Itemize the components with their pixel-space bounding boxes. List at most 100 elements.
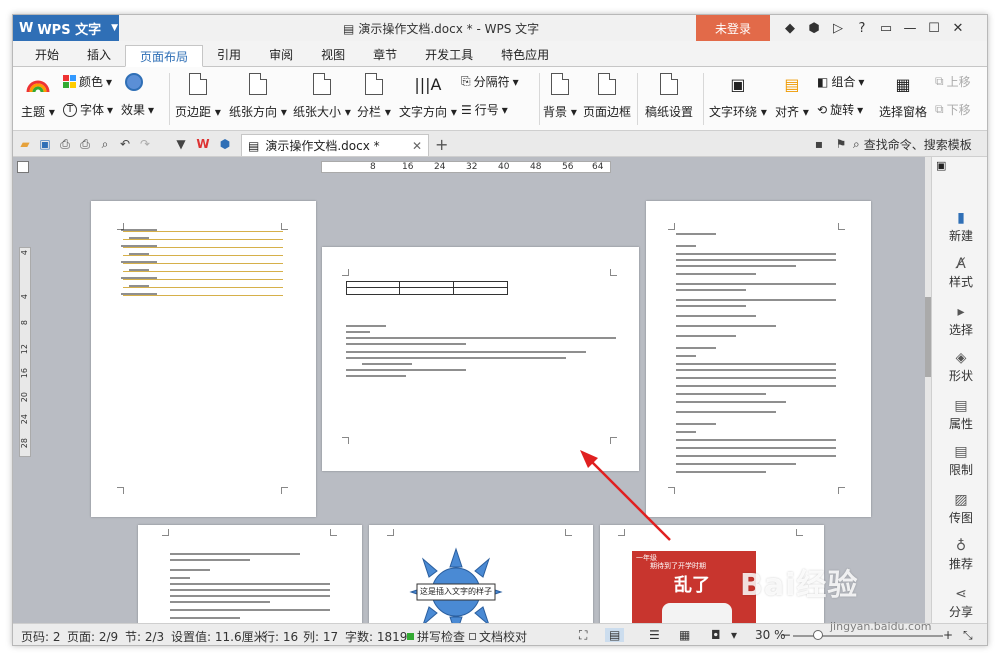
panel-style-label: 样式 <box>948 275 973 289</box>
ribbon-separator <box>169 73 170 125</box>
minimize-icon[interactable]: — <box>898 21 922 36</box>
add-tab-icon[interactable]: + <box>435 135 448 154</box>
close-icon[interactable]: ✕ <box>946 21 970 36</box>
effect-button[interactable]: 效果 ▾ <box>121 101 154 118</box>
grid-paper-button[interactable]: 稿纸设置 <box>645 71 693 120</box>
tab-insert[interactable]: 插入 <box>73 44 125 66</box>
app-menu-button[interactable]: W WPS 文字 ▼ <box>13 15 119 41</box>
page-border-button[interactable]: 页面边框 <box>583 71 631 120</box>
selection-pane-button[interactable]: ▦ 选择窗格 <box>879 71 927 120</box>
tab-developer[interactable]: 开发工具 <box>411 44 487 66</box>
color-button[interactable]: 颜色 ▾ <box>63 73 112 90</box>
effect-swatch[interactable] <box>125 73 143 91</box>
send-backward-button[interactable]: ⧉ 下移 <box>935 101 971 118</box>
share-icon[interactable]: ▷ <box>826 21 850 36</box>
reading-view-icon[interactable]: ◘ <box>711 628 721 642</box>
chevron-down-icon[interactable]: ▼ <box>173 136 189 152</box>
tab-start[interactable]: 开始 <box>21 44 73 66</box>
sun-shape[interactable] <box>401 547 511 623</box>
chat-icon[interactable]: ▪ <box>811 136 827 152</box>
tab-references[interactable]: 引用 <box>203 44 255 66</box>
minimize-button[interactable]: ▭ <box>874 21 898 36</box>
zoom-out-icon[interactable]: − <box>781 628 791 642</box>
background-button[interactable]: 背景 ▾ <box>543 71 577 120</box>
line-numbers-button[interactable]: ☰ 行号 ▾ <box>461 101 508 118</box>
spell-check-toggle[interactable]: 拼写检查 <box>407 628 465 645</box>
settings-icon[interactable]: ⬢ <box>802 21 826 36</box>
tab-special[interactable]: 特色应用 <box>487 44 563 66</box>
tab-review[interactable]: 审阅 <box>255 44 307 66</box>
zoom-slider-knob[interactable] <box>813 630 823 640</box>
panel-upload-image[interactable]: ▨ 传图 <box>932 491 987 526</box>
flag-icon[interactable]: ⚑ <box>833 136 849 152</box>
page-2[interactable] <box>322 247 639 471</box>
print-icon[interactable]: ⎙ <box>77 136 93 152</box>
page-5[interactable]: 这是插入文字的样子 <box>369 525 593 623</box>
panel-shape[interactable]: ◈ 形状 <box>932 349 987 384</box>
ruler-corner-icon[interactable] <box>17 161 29 173</box>
maximize-icon[interactable]: ☐ <box>922 21 946 36</box>
view-dropdown-icon[interactable]: ▾ <box>731 628 737 642</box>
page-view-icon[interactable]: ▤ <box>605 628 625 642</box>
document-tab[interactable]: ▤ 演示操作文档.docx * ✕ <box>241 134 429 156</box>
tab-chapter[interactable]: 章节 <box>359 44 411 66</box>
panel-style[interactable]: A̸ 样式 <box>932 255 987 290</box>
redo-icon[interactable]: ↷ <box>137 136 153 152</box>
wrap-button[interactable]: ▣ 文字环绕 ▾ <box>709 71 767 120</box>
panel-restrict[interactable]: ▤ 限制 <box>932 443 987 478</box>
panel-toggle-icon[interactable]: ▣ <box>936 159 946 172</box>
size-button[interactable]: 纸张大小 ▾ <box>293 71 351 120</box>
theme-button[interactable]: 主题 ▾ <box>21 71 55 120</box>
zoom-in-icon[interactable]: + <box>943 628 953 642</box>
effect-label: 效果 <box>121 103 146 117</box>
undo-icon[interactable]: ↶ <box>117 136 133 152</box>
bring-forward-button[interactable]: ⧉ 上移 <box>935 73 971 90</box>
save-icon[interactable]: ▣ <box>37 136 53 152</box>
group-button[interactable]: ◧ 组合 ▾ <box>817 73 864 90</box>
open-icon[interactable]: ▰ <box>17 136 33 152</box>
fit-icon[interactable]: ⤡ <box>963 628 973 643</box>
cube-icon[interactable]: ⬢ <box>217 136 233 152</box>
wps-w-icon[interactable]: W <box>195 136 211 152</box>
output-pdf-icon[interactable]: ⎙ <box>57 136 73 152</box>
page-4[interactable] <box>138 525 362 623</box>
search-commands[interactable]: ⌕ 查找命令、搜索模板 <box>853 136 972 153</box>
document-workspace[interactable]: 8 16 24 32 40 48 56 64 4 4 8 12 16 20 24… <box>13 157 931 623</box>
page-1[interactable] <box>91 201 316 517</box>
font-button[interactable]: T 字体 ▾ <box>63 101 113 118</box>
margins-button[interactable]: 页边距 ▾ <box>175 71 221 120</box>
web-view-icon[interactable]: ▦ <box>679 628 690 642</box>
search-label: 查找命令、搜索模板 <box>863 138 972 152</box>
breaks-button[interactable]: ⎘ 分隔符 ▾ <box>461 73 519 90</box>
tab-page-layout[interactable]: 页面布局 <box>125 45 204 67</box>
panel-recommend[interactable]: ♁ 推荐 <box>932 537 987 572</box>
panel-share[interactable]: ⋖ 分享 <box>932 585 987 620</box>
print-preview-icon[interactable]: ⌕ <box>97 136 113 152</box>
skin-icon[interactable]: ◆ <box>778 21 802 36</box>
vertical-ruler[interactable]: 4 4 8 12 16 20 24 28 <box>19 247 31 457</box>
panel-new[interactable]: ▮ 新建 <box>932 209 987 244</box>
rainbow-icon <box>25 71 51 97</box>
table[interactable] <box>346 281 508 295</box>
orientation-button[interactable]: 纸张方向 ▾ <box>229 71 287 120</box>
fullscreen-icon[interactable]: ⛶ <box>579 628 587 643</box>
panel-select[interactable]: ▸ 选择 <box>932 303 987 338</box>
right-task-panel: ▣ ▮ 新建 A̸ 样式 ▸ 选择 ◈ 形状 ▤ 属性 ▤ 限制 ▨ 传图 ♁ 推荐 ⋖ 分享 <box>931 157 987 623</box>
tab-view[interactable]: 视图 <box>307 44 359 66</box>
align-button[interactable]: ▤ 对齐 ▾ <box>775 71 809 120</box>
rotate-button[interactable]: ⟲ 旋转 ▾ <box>817 101 863 118</box>
page-3[interactable] <box>646 201 871 517</box>
panel-properties[interactable]: ▤ 属性 <box>932 397 987 432</box>
login-button[interactable]: 未登录 <box>696 15 770 41</box>
help-button[interactable]: ? <box>850 21 874 36</box>
group-label: 组合 <box>831 75 856 89</box>
proofread-toggle[interactable]: 文档校对 <box>469 628 527 645</box>
outline-view-icon[interactable]: ☰ <box>649 628 660 642</box>
text-direction-button[interactable]: |||A 文字方向 ▾ <box>399 71 457 120</box>
columns-button[interactable]: 分栏 ▾ <box>357 71 391 120</box>
horizontal-ruler[interactable]: 8 16 24 32 40 48 56 64 <box>321 161 611 173</box>
margins-icon <box>188 73 207 95</box>
status-word-count[interactable]: 字数: 1819 <box>345 628 407 645</box>
close-tab-icon[interactable]: ✕ <box>412 139 422 153</box>
red-picture[interactable]: 一年级 期待到了开学时期 乱了 <box>632 551 756 623</box>
